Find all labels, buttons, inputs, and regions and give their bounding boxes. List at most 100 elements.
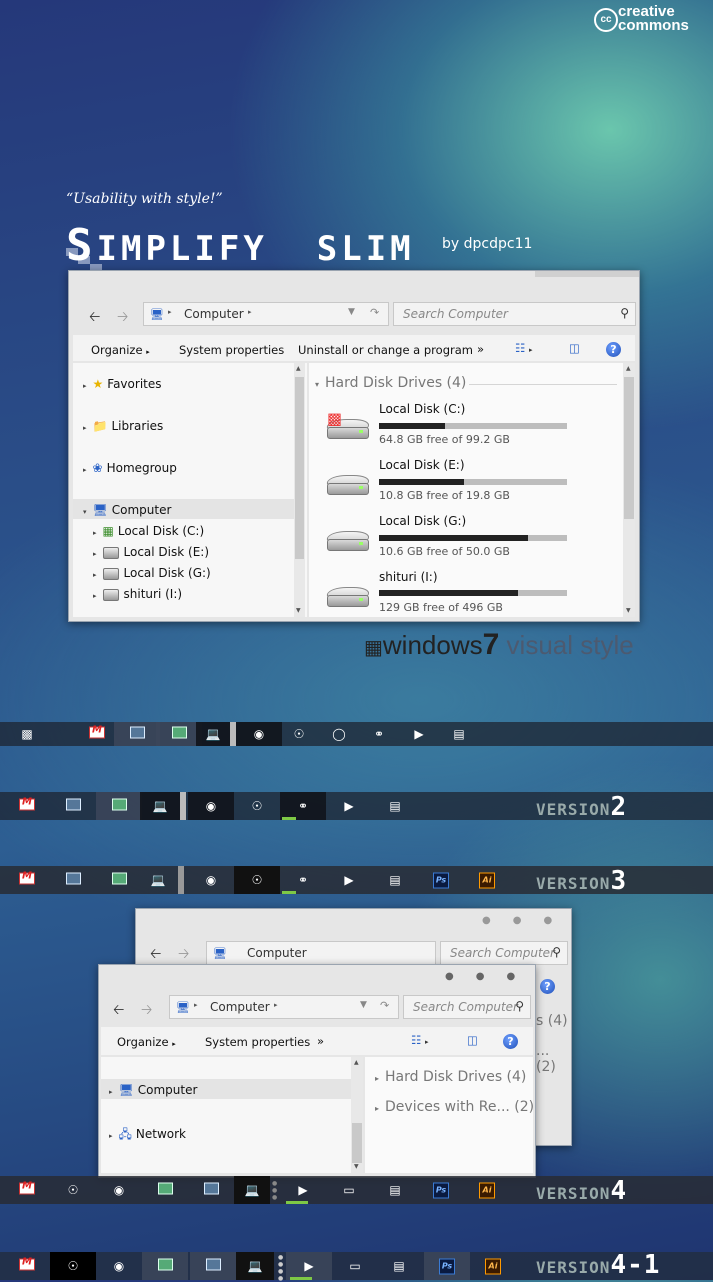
nav-computer[interactable]: ▾ 🖥 Computer — [83, 503, 171, 517]
refresh-icon[interactable]: ↷ — [370, 306, 379, 319]
nav-homegroup[interactable]: ▸ ❀ Homegroup — [83, 461, 177, 475]
taskbar-computer[interactable]: 💻 — [138, 866, 178, 894]
taskbar-screen1[interactable] — [50, 792, 96, 820]
handle-dots-icon[interactable]: ● ● ● — [272, 1180, 277, 1201]
more-commands-button[interactable]: » — [317, 1034, 324, 1048]
organize-button[interactable]: Organize ▸ — [91, 343, 150, 357]
nav-scroll-thumb[interactable] — [295, 377, 304, 559]
refresh-icon[interactable]: ↷ — [380, 999, 389, 1012]
nav-disk-g[interactable]: ▸ Local Disk (G:) — [93, 566, 211, 580]
taskbar-notes[interactable]: ▤ — [372, 1176, 418, 1204]
organize-button[interactable]: Organize ▸ — [117, 1035, 176, 1049]
taskbar-screen2[interactable] — [142, 1176, 188, 1204]
search-box[interactable]: Search Computer ⚲ — [403, 995, 531, 1019]
taskbar-computer[interactable]: 💻 — [140, 792, 180, 820]
taskbar-firefox[interactable]: ◉ — [188, 866, 234, 894]
taskbar-screen1[interactable] — [188, 1176, 234, 1204]
search-icon[interactable]: ⚲ — [515, 999, 524, 1013]
help-icon[interactable]: ? — [540, 979, 555, 994]
taskbar-gmail[interactable] — [4, 866, 50, 894]
group-header[interactable]: ▸ Hard Disk Drives (4) — [375, 1069, 526, 1085]
taskbar-firefox[interactable]: ◉ — [188, 792, 234, 820]
address-bar[interactable]: 🖥 ▸ Computer ▸ ▼ ↷ — [169, 995, 399, 1019]
preview-pane-icon[interactable]: ◫ — [467, 1033, 478, 1047]
scroll-up-icon[interactable]: ▲ — [354, 1059, 359, 1066]
taskbar-notes[interactable]: ▤ — [376, 1252, 422, 1280]
search-input[interactable]: Search Computer — [413, 1000, 518, 1014]
nav-scroll-thumb[interactable] — [352, 1123, 362, 1163]
handle-dots-icon[interactable]: ● ● ● ● — [278, 1254, 283, 1282]
dropdown-icon[interactable]: ▼ — [348, 307, 355, 317]
preview-pane-icon[interactable]: ◫ — [569, 341, 580, 355]
taskbar-screen2[interactable] — [96, 866, 142, 894]
group-header[interactable]: ▾ Hard Disk Drives (4) — [315, 375, 466, 391]
disk-name[interactable]: shituri (I:) — [379, 570, 438, 584]
taskbar-notes[interactable]: ▤ — [436, 722, 482, 746]
back-button[interactable]: 🡠 — [113, 999, 124, 1023]
taskbar-chrome[interactable]: ☉ — [50, 1176, 96, 1204]
taskbar-computer[interactable]: 💻 — [236, 1252, 274, 1280]
taskbar-music[interactable]: ⚭ — [280, 866, 326, 894]
search-box[interactable]: Search Computer ⚲ — [393, 302, 636, 326]
help-icon[interactable]: ? — [606, 342, 621, 357]
nav-disk-c[interactable]: ▸ ▦ Local Disk (C:) — [93, 524, 204, 538]
view-options-icon[interactable]: ☷ ▸ — [411, 1033, 428, 1047]
disk-name[interactable]: Local Disk (G:) — [379, 514, 466, 528]
taskbar-player[interactable]: ▶ — [326, 792, 372, 820]
system-properties-button[interactable]: System properties — [179, 343, 284, 357]
scroll-up-icon[interactable]: ▲ — [296, 365, 301, 372]
search-input[interactable]: Search Computer — [403, 307, 508, 321]
taskbar-chrome[interactable]: ☉ — [234, 792, 280, 820]
taskbar-photoshop[interactable]: Ps — [418, 866, 464, 894]
address-bar[interactable]: 🖥 Computer — [206, 941, 436, 965]
taskbar-photoshop[interactable]: Ps — [424, 1252, 470, 1280]
window-controls[interactable]: ●●● — [445, 971, 537, 982]
taskbar-firefox[interactable]: ◉ — [96, 1176, 142, 1204]
disk-name[interactable]: Local Disk (C:) — [379, 402, 465, 416]
more-commands-button[interactable]: » — [477, 342, 484, 356]
uninstall-program-button[interactable]: Uninstall or change a program — [298, 343, 473, 357]
search-box[interactable]: Search Computer ⚲ — [440, 941, 568, 965]
scroll-up-icon[interactable]: ▲ — [626, 365, 631, 372]
taskbar-screen1[interactable] — [50, 866, 96, 894]
search-icon[interactable]: ⚲ — [620, 306, 629, 320]
nav-disk-i[interactable]: ▸ shituri (I:) — [93, 587, 182, 601]
taskbar-screen2[interactable] — [142, 1252, 188, 1280]
group-header[interactable]: ▸ Devices with Re... (2) — [375, 1099, 534, 1115]
nav-favorites[interactable]: ▸ ★ Favorites — [83, 377, 162, 391]
taskbar-player[interactable]: ▶ — [286, 1252, 332, 1280]
forward-button[interactable]: 🡢 — [141, 999, 152, 1023]
search-icon[interactable]: ⚲ — [552, 945, 561, 959]
taskbar-notes[interactable]: ▤ — [372, 792, 418, 820]
nav-scrollbar[interactable]: ▲ ▼ — [351, 1057, 363, 1173]
taskbar-player[interactable]: ▶ — [280, 1176, 326, 1204]
back-button[interactable]: 🡠 — [89, 306, 100, 330]
taskbar-clapper[interactable]: ▭ — [326, 1176, 372, 1204]
taskbar-music[interactable]: ⚭ — [280, 792, 326, 820]
taskbar-illustrator[interactable]: Ai — [464, 1176, 510, 1204]
nav-libraries[interactable]: ▸ 📁 Libraries — [83, 419, 163, 433]
nav-network[interactable]: ▸ 🖧 Network — [109, 1125, 186, 1146]
help-icon[interactable]: ? — [503, 1034, 518, 1049]
taskbar-gmail[interactable] — [4, 792, 50, 820]
nav-scrollbar[interactable]: ▲ ▼ — [294, 363, 305, 617]
content-scrollbar[interactable]: ▲ ▼ — [623, 363, 635, 617]
search-input[interactable]: Search Computer — [450, 946, 555, 960]
taskbar-computer[interactable]: 💻 — [196, 722, 230, 746]
system-properties-button[interactable]: System properties — [205, 1035, 310, 1049]
start-button[interactable]: ▩ — [4, 722, 50, 746]
taskbar-screen1[interactable] — [190, 1252, 236, 1280]
taskbar-player[interactable]: ▶ — [326, 866, 372, 894]
taskbar-chrome[interactable]: ☉ — [50, 1252, 96, 1280]
taskbar-chrome[interactable]: ☉ — [234, 866, 280, 894]
taskbar-gmail[interactable] — [4, 1176, 50, 1204]
nav-computer[interactable]: ▸ 🖥 Computer — [109, 1083, 197, 1097]
scroll-down-icon[interactable]: ▼ — [354, 1163, 359, 1170]
taskbar-illustrator[interactable]: Ai — [470, 1252, 516, 1280]
dropdown-icon[interactable]: ▼ — [360, 1000, 367, 1010]
window-controls[interactable]: ●●● — [482, 915, 574, 926]
taskbar-notes[interactable]: ▤ — [372, 866, 418, 894]
address-bar[interactable]: 🖥 ▸ Computer ▸ ▼ ↷ — [143, 302, 389, 326]
taskbar-clapper[interactable]: ▭ — [332, 1252, 378, 1280]
taskbar-screen1[interactable] — [114, 722, 160, 746]
